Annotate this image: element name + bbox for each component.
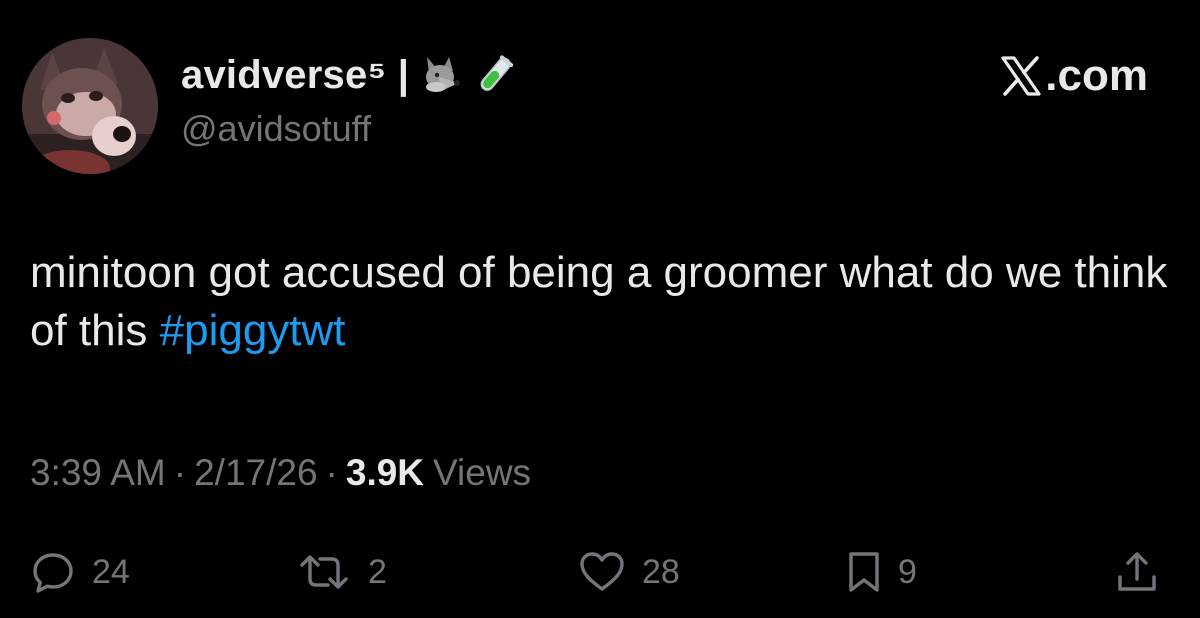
reply-count: 24 xyxy=(92,552,130,591)
repost-count: 2 xyxy=(368,552,387,591)
views-count[interactable]: 3.9K xyxy=(346,452,424,494)
heart-icon xyxy=(578,549,626,595)
like-button[interactable]: 28 xyxy=(578,540,680,604)
share-icon xyxy=(1114,549,1160,595)
tweet-text: minitoon got accused of being a groomer … xyxy=(30,244,1170,360)
tweet-meta: 3:39 AM · 2/17/26 · 3.9K Views xyxy=(30,452,531,494)
brand-watermark: .com xyxy=(999,50,1148,102)
tweet-card: avidverse⁵ | @avidsotuff .com minitoon g… xyxy=(0,0,1200,618)
like-count: 28 xyxy=(642,552,680,591)
meta-separator: · xyxy=(173,452,187,493)
share-button[interactable] xyxy=(1114,540,1160,604)
display-name-row[interactable]: avidverse⁵ | xyxy=(181,48,517,102)
reply-button[interactable]: 24 xyxy=(30,540,130,604)
repost-button[interactable]: 2 xyxy=(296,540,387,604)
meta-separator: · xyxy=(325,452,338,493)
brand-text: .com xyxy=(1045,51,1148,100)
action-bar: 24 2 28 9 xyxy=(0,540,1200,604)
avatar[interactable] xyxy=(22,38,158,174)
wolf-icon xyxy=(419,53,463,97)
hashtag-link[interactable]: #piggytwt xyxy=(160,306,346,355)
tweet-date[interactable]: 2/17/26 xyxy=(194,452,317,494)
reply-icon xyxy=(30,549,76,595)
author-handle[interactable]: @avidsotuff xyxy=(181,108,371,150)
test-tube-icon xyxy=(473,53,517,97)
views-label[interactable]: Views xyxy=(433,452,531,494)
bookmark-icon xyxy=(846,549,882,595)
x-logo-icon xyxy=(999,54,1043,98)
display-name[interactable]: avidverse⁵ | xyxy=(181,53,409,98)
bookmark-count: 9 xyxy=(898,552,917,591)
tweet-time[interactable]: 3:39 AM xyxy=(30,452,166,494)
bookmark-button[interactable]: 9 xyxy=(846,540,917,604)
repost-icon xyxy=(296,549,352,595)
